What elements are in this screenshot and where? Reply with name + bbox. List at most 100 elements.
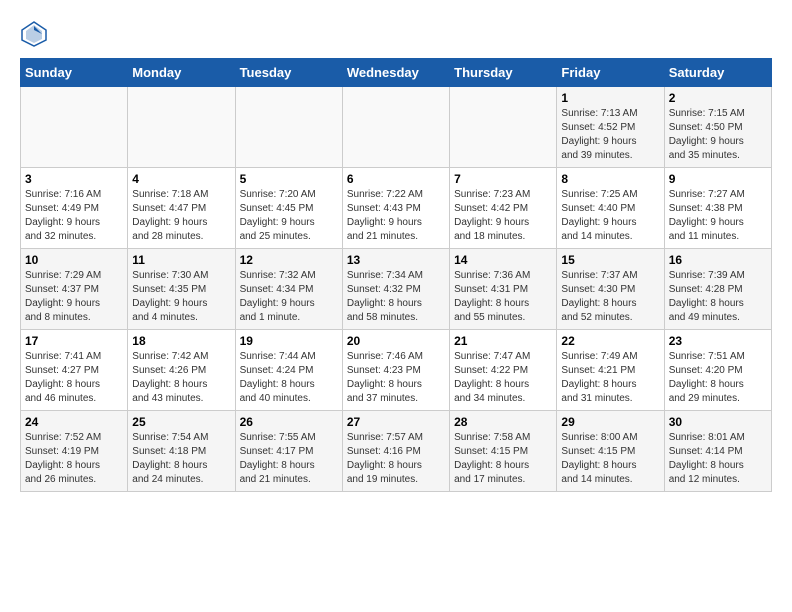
calendar-cell: 28 Sunrise: 7:58 AM Sunset: 4:15 PM Dayli… [450,411,557,492]
calendar-cell: 21Sunrise: 7:47 AM Sunset: 4:22 PM Dayli… [450,330,557,411]
calendar-cell: 13 Sunrise: 7:34 AM Sunset: 4:32 PM Dayli… [342,249,449,330]
day-info: Sunrise: 7:41 AM Sunset: 4:27 PM Dayligh… [25,350,123,406]
week-row-4: 17 Sunrise: 7:41 AM Sunset: 4:27 PM Dayli… [21,330,772,411]
day-number: 23 [669,334,767,348]
calendar-cell: 20 Sunrise: 7:46 AM Sunset: 4:23 PM Dayli… [342,330,449,411]
day-number: 2 [669,91,767,105]
weekday-header-tuesday: Tuesday [235,59,342,87]
day-info: Sunrise: 7:47 AM Sunset: 4:22 PM Dayligh… [454,350,552,406]
day-number: 27 [347,415,445,429]
day-info: Sunrise: 7:13 AM Sunset: 4:52 PM Dayligh… [561,107,659,163]
weekday-header-monday: Monday [128,59,235,87]
calendar-cell: 23Sunrise: 7:51 AM Sunset: 4:20 PM Dayli… [664,330,771,411]
day-number: 28 [454,415,552,429]
calendar-cell: 15 Sunrise: 7:37 AM Sunset: 4:30 PM Dayli… [557,249,664,330]
day-info: Sunrise: 7:20 AM Sunset: 4:45 PM Dayligh… [240,188,338,244]
calendar-cell: 1 Sunrise: 7:13 AM Sunset: 4:52 PM Daylig… [557,87,664,168]
day-info: Sunrise: 7:22 AM Sunset: 4:43 PM Dayligh… [347,188,445,244]
logo-icon [20,20,48,48]
day-number: 26 [240,415,338,429]
day-number: 24 [25,415,123,429]
day-info: Sunrise: 7:55 AM Sunset: 4:17 PM Dayligh… [240,431,338,487]
day-info: Sunrise: 7:49 AM Sunset: 4:21 PM Dayligh… [561,350,659,406]
day-info: Sunrise: 8:01 AM Sunset: 4:14 PM Dayligh… [669,431,767,487]
calendar-cell: 11 Sunrise: 7:30 AM Sunset: 4:35 PM Dayli… [128,249,235,330]
day-info: Sunrise: 7:16 AM Sunset: 4:49 PM Dayligh… [25,188,123,244]
calendar-cell: 18 Sunrise: 7:42 AM Sunset: 4:26 PM Dayli… [128,330,235,411]
calendar-cell: 22 Sunrise: 7:49 AM Sunset: 4:21 PM Dayli… [557,330,664,411]
day-info: Sunrise: 7:27 AM Sunset: 4:38 PM Dayligh… [669,188,767,244]
calendar-cell: 29Sunrise: 8:00 AM Sunset: 4:15 PM Dayli… [557,411,664,492]
day-number: 20 [347,334,445,348]
day-number: 13 [347,253,445,267]
weekday-header-thursday: Thursday [450,59,557,87]
day-info: Sunrise: 7:18 AM Sunset: 4:47 PM Dayligh… [132,188,230,244]
week-row-5: 24 Sunrise: 7:52 AM Sunset: 4:19 PM Dayli… [21,411,772,492]
calendar-cell [342,87,449,168]
day-info: Sunrise: 7:52 AM Sunset: 4:19 PM Dayligh… [25,431,123,487]
day-info: Sunrise: 7:58 AM Sunset: 4:15 PM Dayligh… [454,431,552,487]
weekday-header-wednesday: Wednesday [342,59,449,87]
calendar-cell: 24 Sunrise: 7:52 AM Sunset: 4:19 PM Dayli… [21,411,128,492]
day-number: 6 [347,172,445,186]
day-number: 10 [25,253,123,267]
logo [20,20,52,48]
calendar-cell: 12 Sunrise: 7:32 AM Sunset: 4:34 PM Dayli… [235,249,342,330]
day-number: 4 [132,172,230,186]
day-info: Sunrise: 7:32 AM Sunset: 4:34 PM Dayligh… [240,269,338,325]
day-info: Sunrise: 7:54 AM Sunset: 4:18 PM Dayligh… [132,431,230,487]
weekday-header-saturday: Saturday [664,59,771,87]
calendar: SundayMondayTuesdayWednesdayThursdayFrid… [20,58,772,492]
weekday-header-row: SundayMondayTuesdayWednesdayThursdayFrid… [21,59,772,87]
calendar-cell: 9 Sunrise: 7:27 AM Sunset: 4:38 PM Daylig… [664,168,771,249]
calendar-cell: 10 Sunrise: 7:29 AM Sunset: 4:37 PM Dayli… [21,249,128,330]
calendar-cell: 3 Sunrise: 7:16 AM Sunset: 4:49 PM Daylig… [21,168,128,249]
day-number: 16 [669,253,767,267]
day-info: Sunrise: 7:29 AM Sunset: 4:37 PM Dayligh… [25,269,123,325]
day-number: 15 [561,253,659,267]
week-row-3: 10 Sunrise: 7:29 AM Sunset: 4:37 PM Dayli… [21,249,772,330]
day-info: Sunrise: 7:57 AM Sunset: 4:16 PM Dayligh… [347,431,445,487]
day-info: Sunrise: 7:46 AM Sunset: 4:23 PM Dayligh… [347,350,445,406]
calendar-cell [450,87,557,168]
day-number: 14 [454,253,552,267]
day-number: 9 [669,172,767,186]
day-number: 25 [132,415,230,429]
calendar-cell: 7Sunrise: 7:23 AM Sunset: 4:42 PM Daylig… [450,168,557,249]
day-info: Sunrise: 7:36 AM Sunset: 4:31 PM Dayligh… [454,269,552,325]
day-info: Sunrise: 7:30 AM Sunset: 4:35 PM Dayligh… [132,269,230,325]
calendar-cell: 17 Sunrise: 7:41 AM Sunset: 4:27 PM Dayli… [21,330,128,411]
day-number: 11 [132,253,230,267]
day-info: Sunrise: 7:44 AM Sunset: 4:24 PM Dayligh… [240,350,338,406]
day-number: 7 [454,172,552,186]
day-number: 22 [561,334,659,348]
calendar-cell [128,87,235,168]
week-row-1: 1 Sunrise: 7:13 AM Sunset: 4:52 PM Daylig… [21,87,772,168]
day-number: 29 [561,415,659,429]
calendar-cell: 5Sunrise: 7:20 AM Sunset: 4:45 PM Daylig… [235,168,342,249]
day-info: Sunrise: 7:34 AM Sunset: 4:32 PM Dayligh… [347,269,445,325]
day-number: 17 [25,334,123,348]
day-info: Sunrise: 7:25 AM Sunset: 4:40 PM Dayligh… [561,188,659,244]
calendar-cell: 27 Sunrise: 7:57 AM Sunset: 4:16 PM Dayli… [342,411,449,492]
weekday-header-sunday: Sunday [21,59,128,87]
calendar-cell: 16Sunrise: 7:39 AM Sunset: 4:28 PM Dayli… [664,249,771,330]
calendar-cell [21,87,128,168]
day-number: 12 [240,253,338,267]
day-info: Sunrise: 7:37 AM Sunset: 4:30 PM Dayligh… [561,269,659,325]
day-info: Sunrise: 7:42 AM Sunset: 4:26 PM Dayligh… [132,350,230,406]
day-number: 3 [25,172,123,186]
day-number: 1 [561,91,659,105]
day-number: 19 [240,334,338,348]
calendar-cell: 4 Sunrise: 7:18 AM Sunset: 4:47 PM Daylig… [128,168,235,249]
calendar-cell: 8Sunrise: 7:25 AM Sunset: 4:40 PM Daylig… [557,168,664,249]
day-number: 30 [669,415,767,429]
calendar-body: 1 Sunrise: 7:13 AM Sunset: 4:52 PM Daylig… [21,87,772,492]
calendar-cell: 26 Sunrise: 7:55 AM Sunset: 4:17 PM Dayli… [235,411,342,492]
calendar-header: SundayMondayTuesdayWednesdayThursdayFrid… [21,59,772,87]
day-info: Sunrise: 7:15 AM Sunset: 4:50 PM Dayligh… [669,107,767,163]
calendar-cell: 19 Sunrise: 7:44 AM Sunset: 4:24 PM Dayli… [235,330,342,411]
calendar-cell: 14 Sunrise: 7:36 AM Sunset: 4:31 PM Dayli… [450,249,557,330]
week-row-2: 3 Sunrise: 7:16 AM Sunset: 4:49 PM Daylig… [21,168,772,249]
day-number: 18 [132,334,230,348]
